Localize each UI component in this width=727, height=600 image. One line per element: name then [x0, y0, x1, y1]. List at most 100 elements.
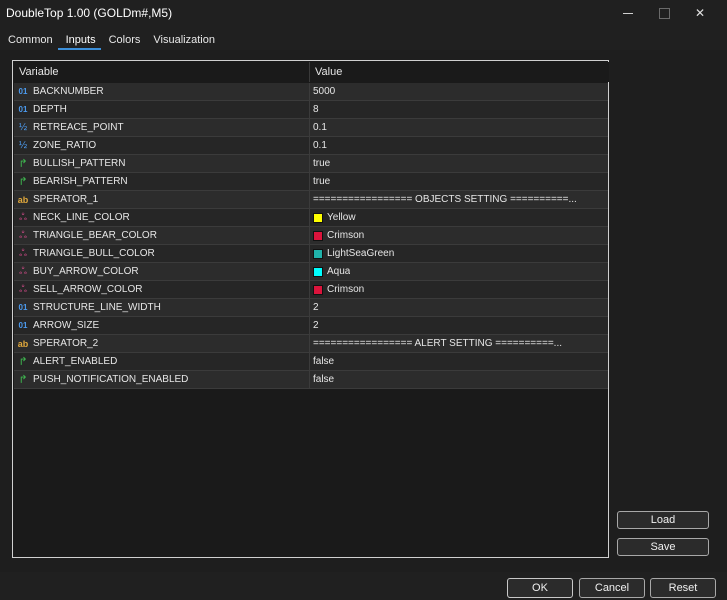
variable-cell[interactable]: ½ ZONE_RATIO [14, 137, 310, 154]
table-row[interactable]: 01 DEPTH 8 [14, 101, 608, 119]
table-row[interactable]: 01 STRUCTURE_LINE_WIDTH 2 [14, 299, 608, 317]
variable-value: ================= OBJECTS SETTING ======… [313, 194, 577, 205]
value-cell[interactable]: false [310, 371, 608, 388]
table-row[interactable]: ½ ZONE_RATIO 0.1 [14, 137, 608, 155]
color-type-icon: ஃ [19, 265, 27, 277]
variable-name: TRIANGLE_BULL_COLOR [33, 248, 155, 259]
variable-cell[interactable]: ஃ TRIANGLE_BEAR_COLOR [14, 227, 310, 244]
double-type-icon: ½ [18, 140, 28, 151]
variable-cell[interactable]: ஃ NECK_LINE_COLOR [14, 209, 310, 226]
column-header-value[interactable]: Value [310, 62, 609, 82]
value-cell[interactable]: Yellow [310, 209, 608, 226]
table-row[interactable]: 01 BACKNUMBER 5000 [14, 83, 608, 101]
column-header-variable[interactable]: Variable [14, 62, 310, 82]
value-cell[interactable]: false [310, 353, 608, 370]
value-cell[interactable]: LightSeaGreen [310, 245, 608, 262]
inputs-grid[interactable]: Variable Value 01 BACKNUMBER 5000 01 DEPTH 8 ½… [12, 60, 609, 558]
color-swatch [313, 284, 323, 295]
value-cell[interactable]: 0.1 [310, 137, 608, 154]
bool-type-icon: ↱ [18, 356, 28, 368]
variable-value: 5000 [313, 86, 336, 97]
variable-cell[interactable]: ஃ BUY_ARROW_COLOR [14, 263, 310, 280]
variable-name: SPERATOR_2 [33, 338, 99, 349]
value-cell[interactable]: ================= OBJECTS SETTING ======… [310, 191, 608, 208]
table-row[interactable]: ஃ NECK_LINE_COLOR Yellow [14, 209, 608, 227]
variable-value: true [313, 176, 331, 187]
value-cell[interactable]: true [310, 173, 608, 190]
variable-name: BACKNUMBER [33, 86, 104, 97]
table-row[interactable]: ab SPERATOR_2 ================= ALERT SETT… [14, 335, 608, 353]
variable-value: 2 [313, 302, 319, 313]
variable-cell[interactable]: ½ RETREACE_POINT [14, 119, 310, 136]
minimize-icon [623, 12, 633, 14]
bool-type-icon: ↱ [18, 374, 28, 386]
variable-value: Crimson [327, 230, 365, 241]
variable-cell[interactable]: ஃ TRIANGLE_BULL_COLOR [14, 245, 310, 262]
tab-inputs[interactable]: Inputs [57, 32, 101, 50]
variable-name: BULLISH_PATTERN [33, 158, 126, 169]
close-button[interactable]: ✕ [678, 0, 722, 26]
tab-visualization[interactable]: Visualization [145, 32, 220, 50]
table-row[interactable]: ஃ TRIANGLE_BULL_COLOR LightSeaGreen [14, 245, 608, 263]
value-cell[interactable]: Crimson [310, 227, 608, 244]
variable-name: BUY_ARROW_COLOR [33, 266, 139, 277]
variable-name: PUSH_NOTIFICATION_ENABLED [33, 374, 189, 385]
table-row[interactable]: ↱ BEARISH_PATTERN true [14, 173, 608, 191]
value-cell[interactable]: Crimson [310, 281, 608, 298]
variable-cell[interactable]: 01 ARROW_SIZE [14, 317, 310, 334]
title-bar[interactable]: DoubleTop 1.00 (GOLDm#,M5) ✕ [0, 0, 727, 26]
variable-cell[interactable]: ↱ PUSH_NOTIFICATION_ENABLED [14, 371, 310, 388]
variable-name: ALERT_ENABLED [33, 356, 118, 367]
value-cell[interactable]: 2 [310, 299, 608, 316]
color-swatch [313, 230, 323, 241]
variable-cell[interactable]: 01 STRUCTURE_LINE_WIDTH [14, 299, 310, 316]
load-button[interactable]: Load [617, 511, 709, 529]
cancel-button[interactable]: Cancel [579, 578, 645, 598]
variable-cell[interactable]: ab SPERATOR_1 [14, 191, 310, 208]
tab-colors[interactable]: Colors [101, 32, 146, 50]
variable-cell[interactable]: 01 DEPTH [14, 101, 310, 118]
reset-button[interactable]: Reset [650, 578, 716, 598]
table-row[interactable]: ↱ BULLISH_PATTERN true [14, 155, 608, 173]
table-row[interactable]: ↱ PUSH_NOTIFICATION_ENABLED false [14, 371, 608, 389]
value-cell[interactable]: 2 [310, 317, 608, 334]
variable-cell[interactable]: ab SPERATOR_2 [14, 335, 310, 352]
bool-type-icon: ↱ [18, 158, 28, 170]
table-row[interactable]: ½ RETREACE_POINT 0.1 [14, 119, 608, 137]
table-row[interactable]: 01 ARROW_SIZE 2 [14, 317, 608, 335]
int-type-icon: 01 [18, 303, 28, 312]
variable-value: 2 [313, 320, 319, 331]
value-cell[interactable]: 0.1 [310, 119, 608, 136]
table-row[interactable]: ஃ TRIANGLE_BEAR_COLOR Crimson [14, 227, 608, 245]
save-button[interactable]: Save [617, 538, 709, 556]
value-cell[interactable]: ================= ALERT SETTING ========… [310, 335, 608, 352]
variable-cell[interactable]: 01 BACKNUMBER [14, 83, 310, 100]
string-type-icon: ab [17, 338, 29, 349]
table-row[interactable]: ஃ BUY_ARROW_COLOR Aqua [14, 263, 608, 281]
variable-value: 8 [313, 104, 319, 115]
close-icon: ✕ [694, 6, 706, 20]
int-type-icon: 01 [18, 321, 28, 330]
variable-cell[interactable]: ↱ BEARISH_PATTERN [14, 173, 310, 190]
table-row[interactable]: ↱ ALERT_ENABLED false [14, 353, 608, 371]
ok-button[interactable]: OK [507, 578, 573, 598]
value-cell[interactable]: 8 [310, 101, 608, 118]
table-row[interactable]: ஃ SELL_ARROW_COLOR Crimson [14, 281, 608, 299]
variable-name: BEARISH_PATTERN [33, 176, 128, 187]
variable-name: DEPTH [33, 104, 67, 115]
variable-cell[interactable]: ↱ ALERT_ENABLED [14, 353, 310, 370]
variable-name: RETREACE_POINT [33, 122, 124, 133]
variable-cell[interactable]: ஃ SELL_ARROW_COLOR [14, 281, 310, 298]
value-cell[interactable]: Aqua [310, 263, 608, 280]
variable-value: true [313, 158, 331, 169]
value-cell[interactable]: 5000 [310, 83, 608, 100]
variable-value: Aqua [327, 266, 351, 277]
value-cell[interactable]: true [310, 155, 608, 172]
variable-value: Crimson [327, 284, 365, 295]
variable-cell[interactable]: ↱ BULLISH_PATTERN [14, 155, 310, 172]
variable-name: ZONE_RATIO [33, 140, 97, 151]
variable-name: SELL_ARROW_COLOR [33, 284, 143, 295]
tab-common[interactable]: Common [0, 32, 58, 50]
table-row[interactable]: ab SPERATOR_1 ================= OBJECTS SE… [14, 191, 608, 209]
color-type-icon: ஃ [19, 229, 27, 241]
